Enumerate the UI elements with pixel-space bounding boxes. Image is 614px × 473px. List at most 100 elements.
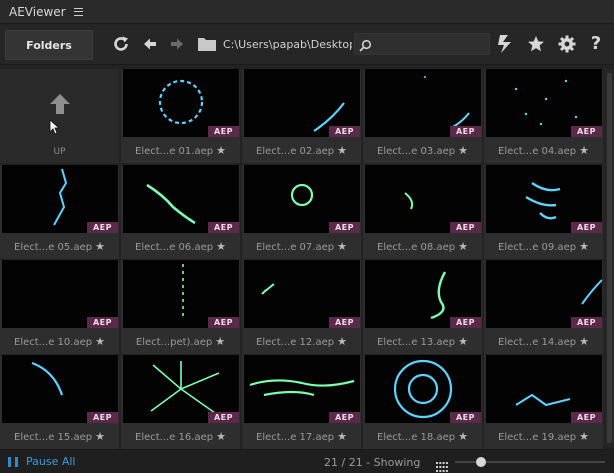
file-thumbnail[interactable]: AEP bbox=[123, 165, 239, 233]
up-arrow-icon bbox=[49, 93, 71, 119]
pause-all-button[interactable]: Pause All bbox=[8, 455, 75, 468]
file-thumbnail[interactable]: AEP bbox=[365, 69, 481, 137]
favorite-star-icon[interactable]: ★ bbox=[579, 335, 589, 348]
slider-knob[interactable] bbox=[475, 457, 486, 467]
cursor-icon bbox=[49, 119, 61, 139]
folders-button[interactable]: Folders bbox=[5, 30, 93, 60]
favorite-star-icon[interactable]: ★ bbox=[458, 335, 468, 348]
file-label: Elect...e 13.aep ★ bbox=[363, 335, 482, 348]
file-thumbnail[interactable]: AEP bbox=[365, 165, 481, 233]
favorite-star-icon[interactable]: ★ bbox=[579, 240, 589, 253]
file-thumbnail[interactable]: AEP bbox=[244, 260, 360, 328]
file-label: Elect...e 16.aep ★ bbox=[121, 430, 240, 443]
file-tile[interactable]: AEP Elect...e 02.aep ★ bbox=[242, 69, 361, 163]
favorite-star-icon[interactable]: ★ bbox=[216, 240, 226, 253]
favorite-star-icon[interactable]: ★ bbox=[337, 430, 347, 443]
favorite-star-icon[interactable]: ★ bbox=[579, 144, 589, 157]
file-thumbnail[interactable]: AEP bbox=[2, 165, 118, 233]
file-thumbnail[interactable]: AEP bbox=[123, 260, 239, 328]
file-thumbnail[interactable]: AEP bbox=[486, 355, 602, 423]
search-box[interactable] bbox=[354, 33, 490, 55]
aep-badge: AEP bbox=[571, 317, 602, 328]
showing-count: 21 / 21 - Showing bbox=[324, 456, 421, 469]
file-label: Elect...e 08.aep ★ bbox=[363, 240, 482, 253]
favorite-star-icon[interactable]: ★ bbox=[337, 144, 347, 157]
file-thumbnail[interactable]: AEP bbox=[365, 355, 481, 423]
file-thumbnail[interactable]: AEP bbox=[486, 260, 602, 328]
favorite-star-icon[interactable]: ★ bbox=[337, 335, 347, 348]
folder-icon[interactable] bbox=[196, 33, 218, 55]
favorite-star-icon[interactable]: ★ bbox=[458, 144, 468, 157]
file-tile[interactable]: AEP Elect...e 14.aep ★ bbox=[484, 260, 603, 354]
favorite-star-icon[interactable]: ★ bbox=[95, 335, 105, 348]
forward-arrow-icon[interactable] bbox=[166, 33, 188, 55]
favorite-star-icon[interactable]: ★ bbox=[95, 240, 105, 253]
file-label: Elect...e 04.aep ★ bbox=[484, 144, 603, 157]
file-thumbnail[interactable]: AEP bbox=[123, 355, 239, 423]
file-thumbnail[interactable]: AEP bbox=[486, 165, 602, 233]
file-tile[interactable]: AEP Elect...e 12.aep ★ bbox=[242, 260, 361, 354]
file-thumbnail[interactable]: AEP bbox=[244, 355, 360, 423]
up-folder-tile[interactable]: UP bbox=[0, 69, 119, 163]
toolbar: Folders C:\Users\papab\Desktop\1 ? bbox=[0, 25, 614, 65]
file-tile[interactable]: AEP Elect...e 09.aep ★ bbox=[484, 165, 603, 259]
favorite-star-icon[interactable]: ★ bbox=[216, 430, 226, 443]
file-thumbnail[interactable]: AEP bbox=[2, 260, 118, 328]
file-tile[interactable]: AEP Elect...e 10.aep ★ bbox=[0, 260, 119, 354]
favorite-star-icon[interactable]: ★ bbox=[216, 144, 226, 157]
file-tile[interactable]: AEP Elect...e 04.aep ★ bbox=[484, 69, 603, 163]
file-tile[interactable]: AEP Elect...e 03.aep ★ bbox=[363, 69, 482, 163]
file-tile[interactable]: AEP Elect...e 17.aep ★ bbox=[242, 355, 361, 449]
lightning-icon[interactable] bbox=[494, 33, 516, 55]
path-display[interactable]: C:\Users\papab\Desktop\1 bbox=[223, 38, 352, 51]
search-input[interactable] bbox=[373, 36, 485, 52]
file-tile[interactable]: AEP Elect...e 13.aep ★ bbox=[363, 260, 482, 354]
favorites-star-icon[interactable] bbox=[525, 33, 547, 55]
file-tile[interactable]: AEP Elect...e 18.aep ★ bbox=[363, 355, 482, 449]
file-name: Elect...e 18.aep bbox=[377, 432, 456, 443]
file-name: Elect...e 07.aep bbox=[256, 242, 335, 253]
refresh-icon[interactable] bbox=[110, 33, 132, 55]
up-label: UP bbox=[53, 147, 66, 157]
file-tile[interactable]: AEP Elect...pet).aep ★ bbox=[121, 260, 240, 354]
aep-badge: AEP bbox=[450, 126, 481, 137]
file-tile[interactable]: AEP Elect...e 08.aep ★ bbox=[363, 165, 482, 259]
favorite-star-icon[interactable]: ★ bbox=[95, 430, 105, 443]
file-tile[interactable]: AEP Elect...e 07.aep ★ bbox=[242, 165, 361, 259]
aep-badge: AEP bbox=[87, 222, 118, 233]
file-thumbnail[interactable]: AEP bbox=[244, 165, 360, 233]
favorite-star-icon[interactable]: ★ bbox=[458, 240, 468, 253]
aep-badge: AEP bbox=[450, 222, 481, 233]
file-tile[interactable]: AEP Elect...e 06.aep ★ bbox=[121, 165, 240, 259]
help-icon[interactable]: ? bbox=[585, 33, 607, 55]
favorite-star-icon[interactable]: ★ bbox=[337, 240, 347, 253]
file-label: Elect...e 17.aep ★ bbox=[242, 430, 361, 443]
menu-icon[interactable] bbox=[73, 7, 83, 16]
favorite-star-icon[interactable]: ★ bbox=[215, 335, 225, 348]
scroll-thumb[interactable] bbox=[607, 73, 612, 443]
file-thumbnail[interactable]: AEP bbox=[2, 355, 118, 423]
aep-badge: AEP bbox=[208, 222, 239, 233]
file-thumbnail[interactable]: AEP bbox=[365, 260, 481, 328]
file-thumbnail[interactable]: AEP bbox=[244, 69, 360, 137]
file-label: Elect...e 02.aep ★ bbox=[242, 144, 361, 157]
thumbnail-size-slider[interactable] bbox=[455, 457, 605, 467]
grid-view-icon[interactable] bbox=[436, 457, 448, 473]
file-thumbnail[interactable]: AEP bbox=[123, 69, 239, 137]
file-label: Elect...e 05.aep ★ bbox=[0, 240, 119, 253]
back-arrow-icon[interactable] bbox=[139, 33, 161, 55]
file-tile[interactable]: AEP Elect...e 05.aep ★ bbox=[0, 165, 119, 259]
file-label: Elect...e 03.aep ★ bbox=[363, 144, 482, 157]
file-tile[interactable]: AEP Elect...e 16.aep ★ bbox=[121, 355, 240, 449]
favorite-star-icon[interactable]: ★ bbox=[579, 430, 589, 443]
file-tile[interactable]: AEP Elect...e 15.aep ★ bbox=[0, 355, 119, 449]
vertical-scrollbar[interactable] bbox=[605, 69, 614, 447]
favorite-star-icon[interactable]: ★ bbox=[458, 430, 468, 443]
gear-icon[interactable] bbox=[556, 33, 578, 55]
file-tile[interactable]: AEP Elect...e 01.aep ★ bbox=[121, 69, 240, 163]
file-name: Elect...e 12.aep bbox=[256, 337, 335, 348]
file-thumbnail[interactable]: AEP bbox=[486, 69, 602, 137]
aep-badge: AEP bbox=[208, 317, 239, 328]
file-tile[interactable]: AEP Elect...e 19.aep ★ bbox=[484, 355, 603, 449]
file-label: Elect...e 15.aep ★ bbox=[0, 430, 119, 443]
